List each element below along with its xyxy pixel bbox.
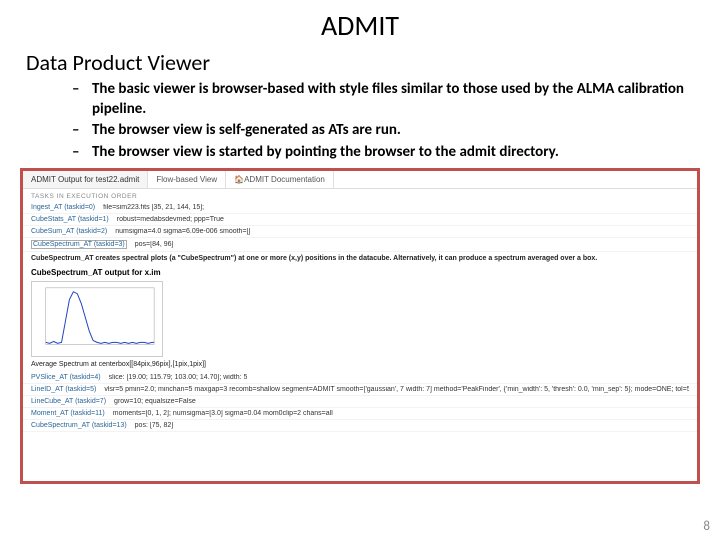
task-link[interactable]: CubeSpectrum_AT (taskid=3) <box>31 240 127 249</box>
spectrum-chart-area <box>31 281 689 357</box>
task-row: CubeSpectrum_AT (taskid=3) pos=[84, 96] <box>23 238 697 252</box>
bullet-list: –The basic viewer is browser-based with … <box>0 80 720 162</box>
task-row: CubeStats_AT (taskid=1) robust=medabsdev… <box>23 214 697 226</box>
task-desc: vlsr=5 pmin=2.0; minchan=5 maxgap=3 reco… <box>104 386 689 393</box>
task-link[interactable]: PVSlice_AT (taskid=4) <box>31 374 101 381</box>
task-desc: slice: [19.00; 115.79; 103.00; 14.70]; w… <box>109 374 248 381</box>
output-title: CubeSpectrum_AT output for x.im <box>23 265 697 279</box>
task-row: PVSlice_AT (taskid=4) slice: [19.00; 115… <box>23 372 697 384</box>
task-desc: moments=[0, 1, 2]; numsigma=[3.0] sigma=… <box>113 410 333 417</box>
task-link[interactable]: CubeSpectrum_AT (taskid=13) <box>31 422 127 429</box>
slide-subtitle: Data Product Viewer <box>0 49 720 80</box>
cubespectrum-description: CubeSpectrum_AT creates spectral plots (… <box>23 252 697 265</box>
task-desc: file=sim223.fits [35, 21, 144, 15]; <box>103 204 204 211</box>
tab-flow[interactable]: Flow-based View <box>148 171 226 188</box>
task-link[interactable]: CubeStats_AT (taskid=1) <box>31 216 109 223</box>
slide-title: ADMIT <box>0 0 720 49</box>
task-row: CubeSum_AT (taskid=2) numsigma=4.0 sigma… <box>23 226 697 238</box>
task-row: CubeSpectrum_AT (taskid=13) pos: [75, 82… <box>23 420 697 432</box>
task-link[interactable]: CubeSum_AT (taskid=2) <box>31 228 107 235</box>
bullet-item: –The browser view is self-generated as A… <box>72 121 700 141</box>
task-link[interactable]: Ingest_AT (taskid=0) <box>31 204 95 211</box>
task-row: Moment_AT (taskid=11) moments=[0, 1, 2];… <box>23 408 697 420</box>
task-link[interactable]: LineID_AT (taskid=5) <box>31 386 96 393</box>
task-desc: pos: [75, 82] <box>135 422 174 429</box>
task-row: LineID_AT (taskid=5) vlsr=5 pmin=2.0; mi… <box>23 384 697 396</box>
bullet-item: –The basic viewer is browser-based with … <box>72 80 700 119</box>
chart-caption: Average Spectrum at centerbox[[84pix,96p… <box>23 359 697 372</box>
task-desc: numsigma=4.0 sigma=6.09e-006 smooth=[] <box>115 228 250 235</box>
page-number: 8 <box>703 519 710 534</box>
tab-docs[interactable]: 🏠ADMIT Documentation <box>226 171 334 188</box>
task-link[interactable]: Moment_AT (taskid=11) <box>31 410 105 417</box>
embedded-browser-screenshot: ADMIT Output for test22.admit Flow-based… <box>20 168 700 484</box>
task-desc: grow=10; equalsize=False <box>114 398 196 405</box>
spectrum-chart <box>31 281 163 357</box>
task-row: LineCube_AT (taskid=7) grow=10; equalsiz… <box>23 396 697 408</box>
bullet-item: –The browser view is started by pointing… <box>72 143 700 163</box>
task-row: Ingest_AT (taskid=0) file=sim223.fits [3… <box>23 202 697 214</box>
task-link[interactable]: LineCube_AT (taskid=7) <box>31 398 106 405</box>
task-desc: pos=[84, 96] <box>135 241 174 248</box>
section-header: TASKS IN EXECUTION ORDER <box>23 189 697 202</box>
tab-output[interactable]: ADMIT Output for test22.admit <box>23 171 148 188</box>
task-desc: robust=medabsdevmed; ppp=True <box>117 216 224 223</box>
tab-bar: ADMIT Output for test22.admit Flow-based… <box>23 171 697 189</box>
